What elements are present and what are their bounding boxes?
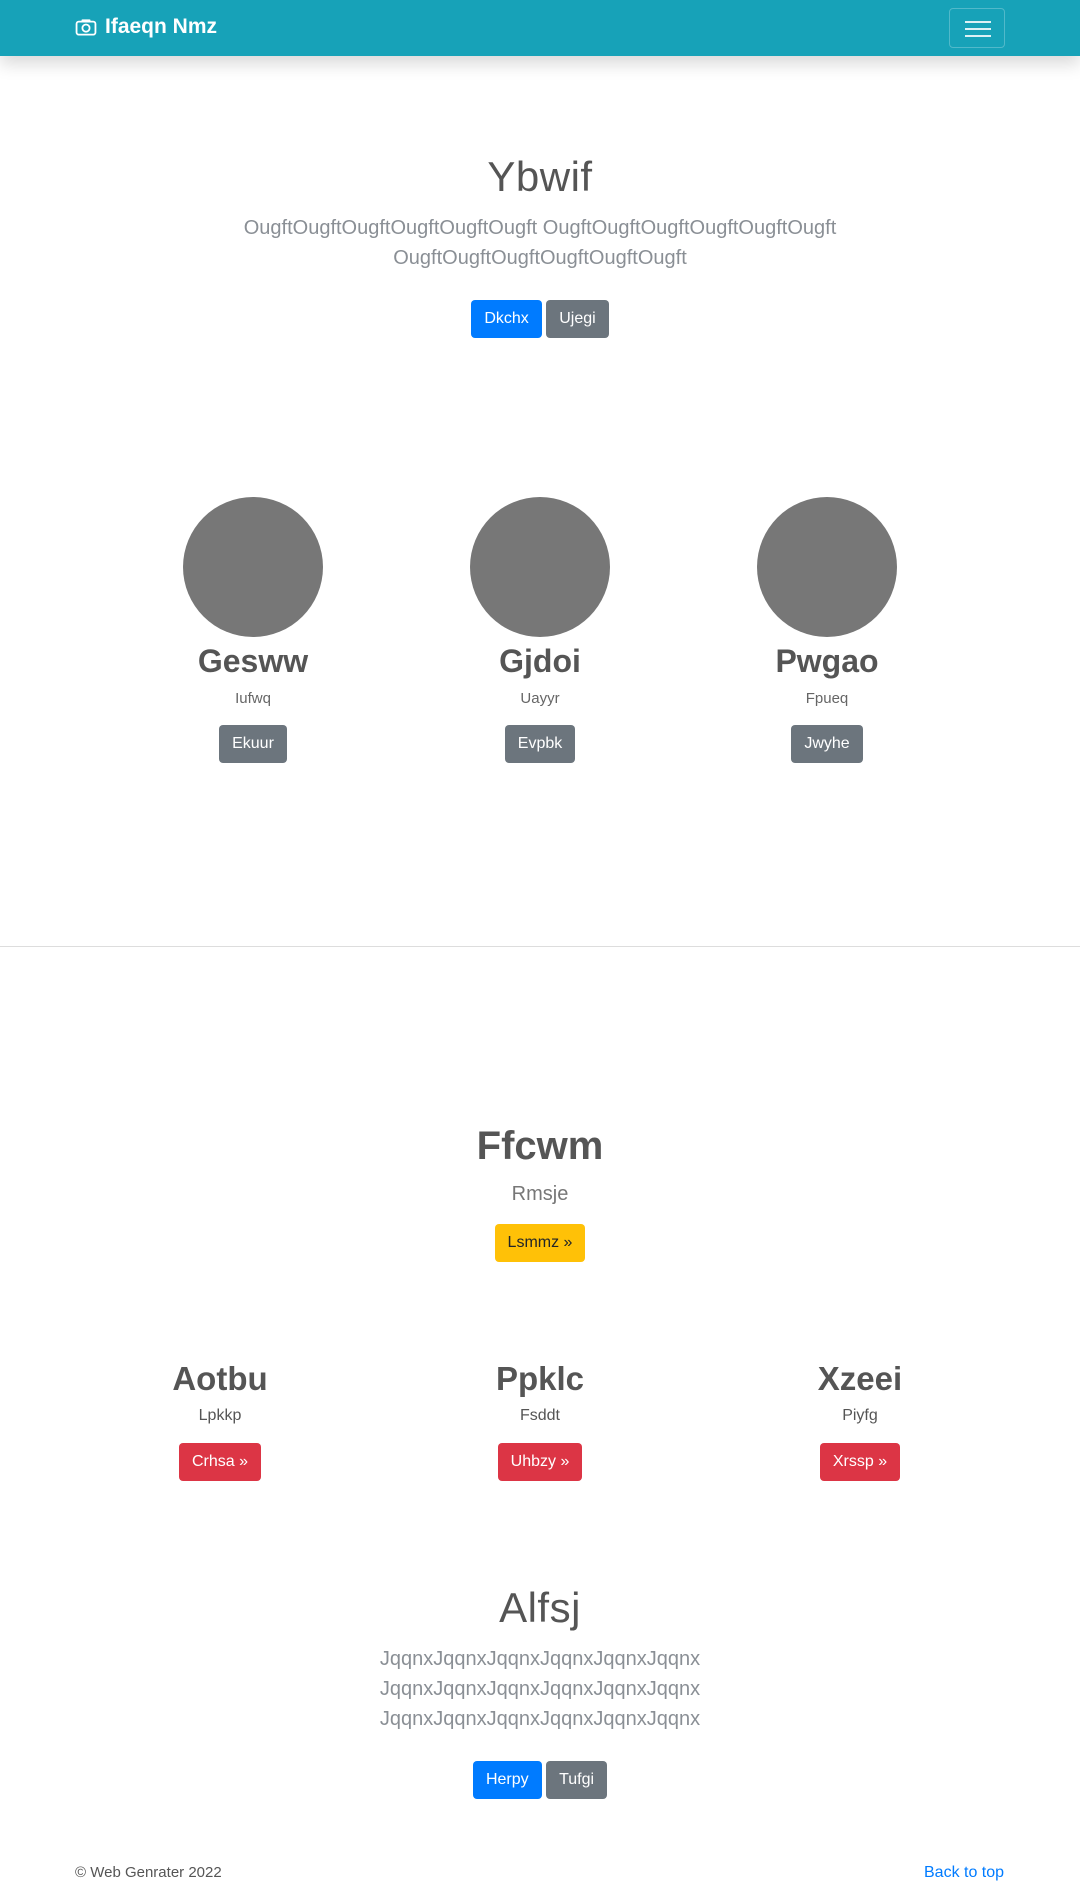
column-card: Ppklc Fsddt Uhbzy » — [420, 1360, 660, 1481]
avatar — [183, 497, 323, 637]
column-button[interactable]: Xrssp » — [819, 1443, 901, 1481]
person-name: Gjdoi — [499, 643, 581, 679]
section-divider — [0, 946, 1080, 947]
avatar — [757, 497, 897, 637]
person-card: Pwgao Fpueq Jwyhe — [707, 497, 947, 763]
closing-primary-button[interactable]: Herpy — [472, 1761, 542, 1799]
back-to-top-link[interactable]: Back to top — [924, 1864, 1004, 1882]
brand-link[interactable]: Ifaeqn Nmz — [75, 15, 217, 39]
person-button[interactable]: Ekuur — [219, 725, 287, 763]
person-name: Pwgao — [775, 643, 879, 679]
column-subtitle: Lpkkp — [198, 1407, 242, 1424]
column-button[interactable]: Crhsa » — [178, 1443, 262, 1481]
feature-subtitle: Rmsje — [511, 1183, 569, 1205]
camera-icon — [75, 19, 97, 36]
closing-buttons: Herpy Tufgi — [0, 1761, 1080, 1799]
person-subtitle: Uayyr — [520, 690, 560, 707]
column-button[interactable]: Uhbzy » — [497, 1443, 583, 1481]
brand-name: Ifaeqn Nmz — [105, 15, 218, 38]
avatar — [470, 497, 610, 637]
feature-title: Ffcwm — [476, 1124, 604, 1168]
person-button[interactable]: Evpbk — [504, 725, 576, 763]
closing-text: JqqnxJqqnxJqqnxJqqnxJqqnxJqqnx JqqnxJqqn… — [379, 1648, 701, 1730]
closing-title: Alfsj — [499, 1584, 581, 1631]
column-card: Xzeei Piyfg Xrssp » — [740, 1360, 980, 1481]
hamburger-line — [965, 28, 991, 30]
column-subtitle: Fsddt — [519, 1407, 560, 1424]
closing-section: Alfsj JqqnxJqqnxJqqnxJqqnxJqqnxJqqnx Jqq… — [0, 1584, 1080, 1799]
hero-buttons: Dkchx Ujegi — [0, 300, 1080, 338]
hamburger-menu-icon — [965, 21, 991, 23]
hero-section: Ybwif OugftOugftOugftOugftOugftOugft Oug… — [0, 153, 1080, 338]
navbar: Ifaeqn Nmz — [0, 0, 1080, 56]
person-name: Gesww — [197, 643, 309, 679]
column-card: Aotbu Lpkkp Crhsa » — [100, 1360, 340, 1481]
hero-secondary-button[interactable]: Ujegi — [546, 300, 609, 338]
column-title: Ppklc — [495, 1360, 585, 1397]
navbar-toggler-button[interactable] — [949, 8, 1005, 48]
person-card: Gjdoi Uayyr Evpbk — [420, 497, 660, 763]
feature-button-wrap: Lsmmz » — [0, 1224, 1080, 1262]
hero-title: Ybwif — [487, 153, 593, 200]
closing-secondary-button[interactable]: Tufgi — [546, 1761, 608, 1799]
feature-section: Ffcwm Rmsje Lsmmz » — [0, 1124, 1080, 1262]
hero-text: OugftOugftOugftOugftOugftOugft OugftOugf… — [243, 217, 837, 269]
person-button[interactable]: Jwyhe — [791, 725, 863, 763]
column-title: Xzeei — [817, 1360, 903, 1397]
footer-copyright: © Web Genrater 2022 — [75, 1864, 222, 1881]
hamburger-line — [965, 35, 991, 37]
column-title: Aotbu — [172, 1360, 268, 1397]
person-subtitle: Iufwq — [235, 690, 271, 707]
column-subtitle: Piyfg — [842, 1407, 878, 1424]
person-card: Gesww Iufwq Ekuur — [133, 497, 373, 763]
hero-primary-button[interactable]: Dkchx — [471, 300, 542, 338]
person-subtitle: Fpueq — [805, 690, 849, 707]
feature-button[interactable]: Lsmmz » — [494, 1224, 586, 1262]
